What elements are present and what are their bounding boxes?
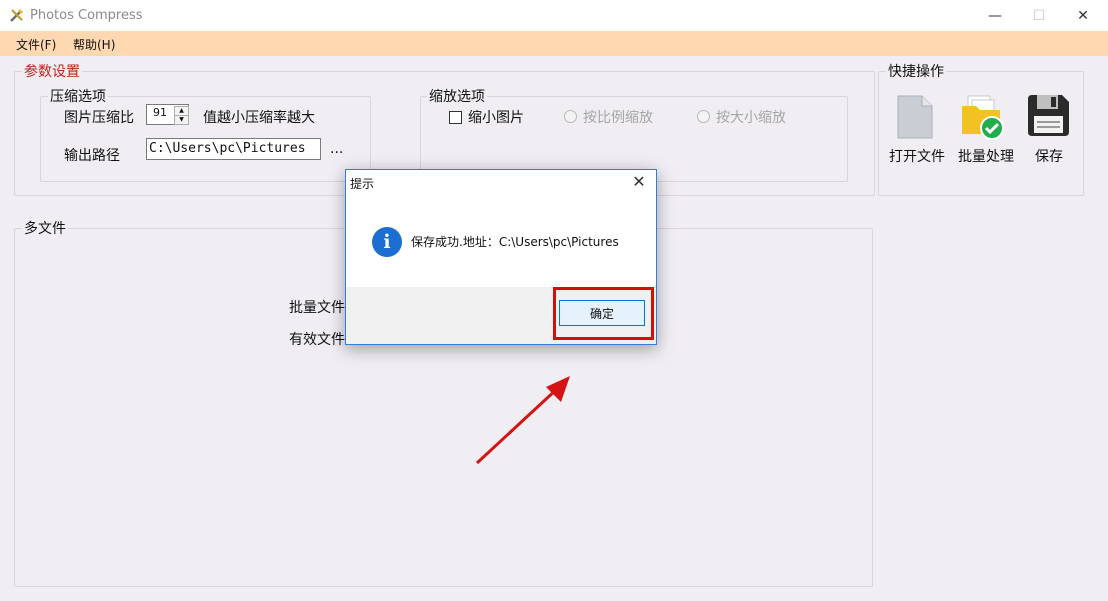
by-ratio-radio[interactable] [564,110,577,123]
quick-legend: 快捷操作 [886,61,946,81]
output-label: 输出路径 [64,148,120,164]
menu-bar [0,31,1108,56]
valid-files-label: 有效文件 [289,332,345,348]
maximize-button[interactable]: ☐ [1016,0,1062,31]
shrink-checkbox[interactable] [449,111,462,124]
stepper-down-icon[interactable]: ▼ [174,115,189,125]
output-path-input[interactable]: C:\Users\pc\Pictures [146,138,321,160]
ratio-label: 图片压缩比 [64,110,134,126]
title-bar [0,0,1108,31]
ratio-hint: 值越小压缩率越大 [203,110,315,126]
minimize-button[interactable]: — [972,0,1018,31]
dialog-title: 提示 [350,177,375,191]
save-label[interactable]: 保存 [1035,146,1063,166]
multi-file-legend: 多文件 [22,218,68,238]
highlight-box [553,287,654,340]
dialog-message: 保存成功.地址：C:\Users\pc\Pictures [411,235,619,249]
params-legend: 参数设置 [22,61,82,81]
info-icon: i [372,227,402,257]
shrink-label: 缩小图片 [468,110,524,126]
batch-files-label: 批量文件 [289,300,345,316]
by-ratio-label: 按比例缩放 [583,110,653,126]
scale-legend: 缩放选项 [427,86,487,106]
menu-file[interactable]: 文件(F) [16,36,56,53]
dialog-close-icon[interactable]: ✕ [628,172,650,192]
red-arrow-annotation [475,376,570,465]
ratio-value: 91 [153,106,167,119]
open-file-icon[interactable] [896,94,934,140]
close-button[interactable]: ✕ [1060,0,1106,31]
browse-button[interactable]: ... [330,141,343,157]
menu-help[interactable]: 帮助(H) [73,36,115,53]
compress-legend: 压缩选项 [48,86,108,106]
batch-process-icon[interactable] [960,92,1006,142]
ratio-stepper[interactable]: 91 ▲ ▼ [146,104,189,125]
open-file-label[interactable]: 打开文件 [889,146,945,166]
by-size-radio[interactable] [697,110,710,123]
window-title: Photos Compress [30,8,143,23]
save-disk-icon[interactable] [1026,93,1071,138]
app-tools-icon [10,9,23,22]
by-size-label: 按大小缩放 [716,110,786,126]
batch-process-label[interactable]: 批量处理 [958,146,1014,166]
